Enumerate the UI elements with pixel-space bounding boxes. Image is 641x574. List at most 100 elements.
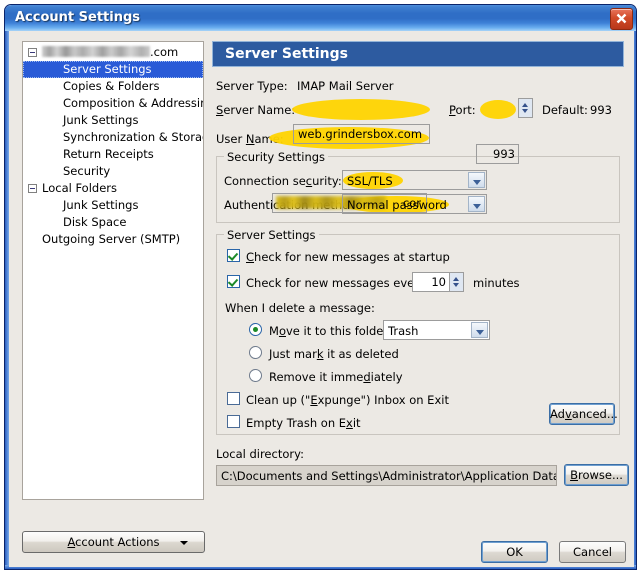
tree-item-account-label: .com <box>150 45 179 59</box>
sidebar-item-disk-space[interactable]: Disk Space <box>23 214 203 231</box>
browse-button-label: Browse... <box>570 468 623 482</box>
dropdown-button[interactable] <box>468 172 485 188</box>
chevron-down-icon <box>473 180 481 185</box>
sidebar-item-label: Synchronization & Storage <box>63 130 204 144</box>
expunge-checkbox[interactable] <box>227 392 240 405</box>
check-interval-input[interactable]: 10 <box>412 272 450 292</box>
advanced-button-label: Advanced... <box>550 407 618 421</box>
empty-trash-accesskey: x <box>346 416 353 430</box>
redacted-account-name <box>42 46 150 57</box>
sidebar-item-return-receipts[interactable]: Return Receipts <box>23 146 203 163</box>
chevron-down-icon <box>476 330 484 335</box>
server-name-highlight <box>292 99 430 120</box>
chevron-down-icon <box>473 204 481 209</box>
stepper-down-icon[interactable] <box>453 283 459 287</box>
security-settings-group-title: Security Settings <box>224 150 329 164</box>
ok-button-label: OK <box>506 545 523 559</box>
sidebar-item-copies-folders[interactable]: Copies & Folders <box>23 78 203 95</box>
check-every-checkbox[interactable] <box>227 275 240 288</box>
connection-security-dropdown[interactable]: SSL/TLS <box>342 170 487 190</box>
close-icon <box>616 13 627 24</box>
port-highlight <box>480 100 516 119</box>
connection-security-label: Connection security: <box>224 174 342 188</box>
check-startup-checkbox[interactable] <box>227 249 240 262</box>
delete-remove-label: Remove it immediately <box>269 370 403 384</box>
delete-mark-radio[interactable] <box>249 346 262 359</box>
sidebar-item-label: Security <box>63 164 111 178</box>
check-interval-stepper[interactable] <box>449 272 464 292</box>
delete-message-prompt: When I delete a message: <box>225 301 375 315</box>
close-button[interactable] <box>610 8 633 30</box>
sidebar-item-label: Outgoing Server (SMTP) <box>42 232 181 246</box>
cancel-button-label: Cancel <box>573 545 612 559</box>
local-directory-value: C:\Documents and Settings\Administrator\… <box>216 465 557 486</box>
account-settings-window: Account Settings .com Server Settings Co… <box>4 4 637 570</box>
delete-remove-radio[interactable] <box>249 369 262 382</box>
stepper-down-icon[interactable] <box>522 109 528 113</box>
sidebar-item-security[interactable]: Security <box>23 163 203 180</box>
browse-accesskey: B <box>570 468 578 482</box>
title-bar: Account Settings <box>5 5 636 31</box>
port-label: Port: <box>449 103 476 117</box>
sidebar-item-label: Return Receipts <box>63 147 154 161</box>
dropdown-button[interactable] <box>471 322 488 338</box>
default-port-label: Default: <box>542 103 588 117</box>
stepper-up-icon[interactable] <box>522 103 528 107</box>
sidebar-item-label: Disk Space <box>63 215 127 229</box>
server-type-label: Server Type: <box>216 79 288 93</box>
delete-mark-accesskey: k <box>316 347 324 361</box>
empty-trash-checkbox[interactable] <box>227 415 240 428</box>
user-name-label: User Name: <box>216 132 284 146</box>
check-startup-accesskey: C <box>246 250 255 264</box>
delete-mark-label: Just mark it as deleted <box>269 347 399 361</box>
twisty-collapse-icon[interactable] <box>28 48 37 57</box>
account-actions-label: Account Actions <box>23 535 204 549</box>
sidebar-item-local-folders[interactable]: Local Folders <box>23 180 203 197</box>
advanced-button[interactable]: Advanced... <box>549 403 618 425</box>
trash-folder-dropdown[interactable]: Trash <box>383 320 490 340</box>
server-settings-group-title: Server Settings <box>224 228 319 242</box>
delete-move-accesskey: o <box>278 324 286 338</box>
account-actions-rest: ccount Actions <box>75 535 160 549</box>
trash-folder-value: Trash <box>388 324 419 338</box>
window-title: Account Settings <box>15 10 141 25</box>
delete-move-radio[interactable] <box>249 323 262 336</box>
browse-button[interactable]: Browse... <box>564 464 629 486</box>
port-input[interactable]: 993 <box>476 144 519 164</box>
server-type-value: IMAP Mail Server <box>297 79 394 93</box>
server-name-input[interactable]: web.grindersbox.com <box>293 124 430 144</box>
expunge-label: Clean up ("Expunge") Inbox on Exit <box>246 393 449 407</box>
account-actions-accesskey: A <box>67 535 76 549</box>
port-stepper[interactable] <box>518 98 533 118</box>
delete-remove-accesskey: d <box>363 370 371 384</box>
stepper-up-icon[interactable] <box>453 277 459 281</box>
sidebar-item-label: Local Folders <box>42 181 117 195</box>
account-tree[interactable]: .com Server Settings Copies & Folders Co… <box>22 41 204 500</box>
check-startup-label: Check for new messages at startup <box>246 250 450 264</box>
sidebar-item-local-junk-settings[interactable]: Junk Settings <box>23 197 203 214</box>
tree-item-account[interactable]: .com <box>23 44 203 61</box>
sidebar-item-label: Junk Settings <box>63 198 139 212</box>
sidebar-item-outgoing-server-smtp[interactable]: Outgoing Server (SMTP) <box>23 231 203 248</box>
default-port-value: 993 <box>590 103 612 117</box>
local-directory-label: Local directory: <box>216 447 304 461</box>
empty-trash-label: Empty Trash on Exit <box>246 416 361 430</box>
sidebar-item-label: Composition & Addressing <box>63 96 204 110</box>
pane-header: Server Settings <box>212 41 624 67</box>
dropdown-button[interactable] <box>468 196 485 212</box>
twisty-collapse-icon[interactable] <box>28 184 37 193</box>
dialog-client-area: .com Server Settings Copies & Folders Co… <box>9 31 634 567</box>
cancel-button[interactable]: Cancel <box>559 541 626 563</box>
expunge-accesskey: E <box>310 393 318 407</box>
account-actions-button[interactable]: Account Actions <box>22 531 205 553</box>
authentication-method-dropdown[interactable]: Normal password <box>342 194 487 214</box>
check-every-label: Check for new messages every <box>246 276 426 290</box>
page-title: Server Settings <box>225 46 348 62</box>
sidebar-item-synchronization-storage[interactable]: Synchronization & Storage <box>23 129 203 146</box>
authentication-method-value: Normal password <box>347 198 447 212</box>
sidebar-item-junk-settings[interactable]: Junk Settings <box>23 112 203 129</box>
ok-button[interactable]: OK <box>481 541 548 563</box>
sidebar-item-server-settings[interactable]: Server Settings <box>23 61 203 78</box>
sidebar-item-composition-addressing[interactable]: Composition & Addressing <box>23 95 203 112</box>
check-interval-units: minutes <box>473 276 520 290</box>
